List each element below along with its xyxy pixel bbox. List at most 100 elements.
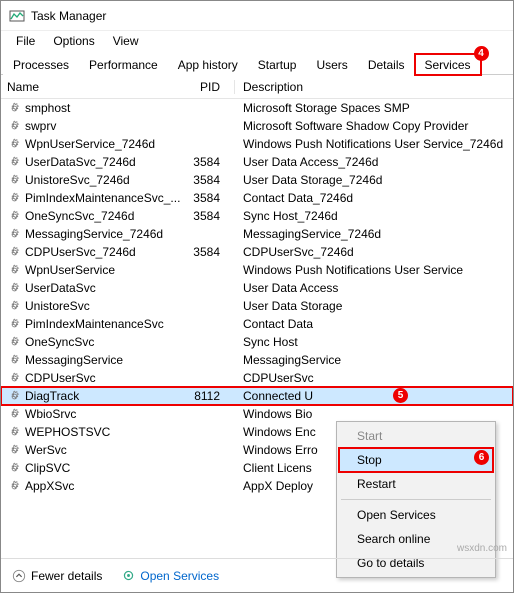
service-description: CDPUserSvc_7246d	[234, 245, 513, 259]
fewer-details-label: Fewer details	[31, 569, 102, 583]
service-name: UserDataSvc_7246d	[25, 155, 182, 169]
ctx-stop[interactable]: Stop 6	[339, 448, 493, 472]
service-description: Contact Data	[234, 317, 513, 331]
gear-icon	[7, 191, 21, 205]
service-row[interactable]: UserDataSvc User Data Access	[1, 279, 513, 297]
service-row[interactable]: PimIndexMaintenanceSvc Contact Data	[1, 315, 513, 333]
gear-icon	[7, 227, 21, 241]
menu-view[interactable]: View	[104, 32, 148, 50]
service-name: UnistoreSvc	[25, 299, 182, 313]
service-pid: 3584	[182, 245, 234, 259]
gear-icon	[7, 281, 21, 295]
gear-icon	[7, 155, 21, 169]
service-name: WpnUserService	[25, 263, 182, 277]
service-row[interactable]: UnistoreSvc_7246d3584User Data Storage_7…	[1, 171, 513, 189]
service-name: PimIndexMaintenanceSvc	[25, 317, 182, 331]
chevron-up-icon	[11, 568, 27, 584]
service-row[interactable]: MessagingService_7246d MessagingService_7…	[1, 225, 513, 243]
context-menu: Start Stop 6 Restart Open Services Searc…	[336, 421, 496, 578]
titlebar: Task Manager	[1, 1, 513, 31]
service-name: CDPUserSvc	[25, 371, 182, 385]
gear-icon	[7, 389, 21, 403]
header-description[interactable]: Description	[234, 80, 513, 94]
status-bar: Fewer details Open Services	[1, 558, 513, 592]
service-description: Windows Bio	[234, 407, 513, 421]
tab-app-history[interactable]: App history	[168, 54, 248, 75]
service-row[interactable]: UnistoreSvcUser Data Storage	[1, 297, 513, 315]
tab-details[interactable]: Details	[358, 54, 415, 75]
service-row[interactable]: CDPUserSvc CDPUserSvc	[1, 369, 513, 387]
service-name: UnistoreSvc_7246d	[25, 173, 182, 187]
service-name: DiagTrack	[25, 389, 182, 403]
gear-icon	[7, 335, 21, 349]
service-name: WpnUserService_7246d	[25, 137, 182, 151]
service-description: Microsoft Software Shadow Copy Provider	[234, 119, 513, 133]
menu-file[interactable]: File	[7, 32, 44, 50]
service-row[interactable]: DiagTrack8112Connected U5	[1, 387, 513, 405]
service-description: CDPUserSvc	[234, 371, 513, 385]
service-name: CDPUserSvc_7246d	[25, 245, 182, 259]
gear-icon	[7, 137, 21, 151]
fewer-details-button[interactable]: Fewer details	[11, 568, 102, 584]
service-description: Windows Push Notifications User Service	[234, 263, 513, 277]
ctx-start[interactable]: Start	[339, 424, 493, 448]
gear-icon	[7, 317, 21, 331]
gear-icon	[7, 299, 21, 313]
ctx-restart[interactable]: Restart	[339, 472, 493, 496]
service-row[interactable]: smphostMicrosoft Storage Spaces SMP	[1, 99, 513, 117]
annotation-badge-4: 4	[474, 46, 489, 61]
service-row[interactable]: OneSyncSvc_7246d3584Sync Host_7246d	[1, 207, 513, 225]
services-icon	[120, 568, 136, 584]
menubar: File Options View	[1, 31, 513, 51]
service-description: User Data Access	[234, 281, 513, 295]
service-row[interactable]: CDPUserSvc_7246d3584CDPUserSvc_7246d	[1, 243, 513, 261]
tab-users[interactable]: Users	[306, 54, 357, 75]
service-pid: 3584	[182, 155, 234, 169]
gear-icon	[7, 209, 21, 223]
service-description: Sync Host_7246d	[234, 209, 513, 223]
service-row[interactable]: swprv Microsoft Software Shadow Copy Prov…	[1, 117, 513, 135]
window-title: Task Manager	[31, 9, 106, 23]
tab-startup[interactable]: Startup	[248, 54, 307, 75]
service-name: WerSvc	[25, 443, 182, 457]
header-name[interactable]: Name	[7, 80, 182, 94]
gear-icon	[7, 119, 21, 133]
open-services-link[interactable]: Open Services	[120, 568, 219, 584]
header-pid[interactable]: PID	[182, 80, 234, 94]
service-row[interactable]: OneSyncSvcSync Host	[1, 333, 513, 351]
service-name: swprv	[25, 119, 182, 133]
service-row[interactable]: UserDataSvc_7246d3584User Data Access_72…	[1, 153, 513, 171]
open-services-label: Open Services	[140, 569, 219, 583]
service-name: ClipSVC	[25, 461, 182, 475]
gear-icon	[7, 479, 21, 493]
menu-options[interactable]: Options	[44, 32, 103, 50]
service-row[interactable]: PimIndexMaintenanceSvc_...3584Contact Da…	[1, 189, 513, 207]
service-row[interactable]: MessagingServiceMessagingService	[1, 351, 513, 369]
ctx-open-services[interactable]: Open Services	[339, 503, 493, 527]
service-description: Contact Data_7246d	[234, 191, 513, 205]
service-row[interactable]: WpnUserService Windows Push Notifications…	[1, 261, 513, 279]
gear-icon	[7, 443, 21, 457]
tab-performance[interactable]: Performance	[79, 54, 168, 75]
service-name: WEPHOSTSVC	[25, 425, 182, 439]
gear-icon	[7, 263, 21, 277]
ctx-separator	[341, 499, 491, 500]
service-name: OneSyncSvc	[25, 335, 182, 349]
column-headers: Name PID Description	[1, 75, 513, 99]
service-name: MessagingService_7246d	[25, 227, 182, 241]
service-description: MessagingService_7246d	[234, 227, 513, 241]
service-pid: 3584	[182, 191, 234, 205]
gear-icon	[7, 371, 21, 385]
tab-bar: ProcessesPerformanceApp historyStartupUs…	[1, 51, 513, 75]
gear-icon	[7, 425, 21, 439]
service-row[interactable]: WpnUserService_7246d Windows Push Notific…	[1, 135, 513, 153]
gear-icon	[7, 101, 21, 115]
gear-icon	[7, 353, 21, 367]
service-name: OneSyncSvc_7246d	[25, 209, 182, 223]
service-description: Windows Push Notifications User Service_…	[234, 137, 513, 151]
service-name: UserDataSvc	[25, 281, 182, 295]
service-name: smphost	[25, 101, 182, 115]
gear-icon	[7, 245, 21, 259]
tab-services[interactable]: Services4	[415, 54, 481, 75]
tab-processes[interactable]: Processes	[3, 54, 79, 75]
